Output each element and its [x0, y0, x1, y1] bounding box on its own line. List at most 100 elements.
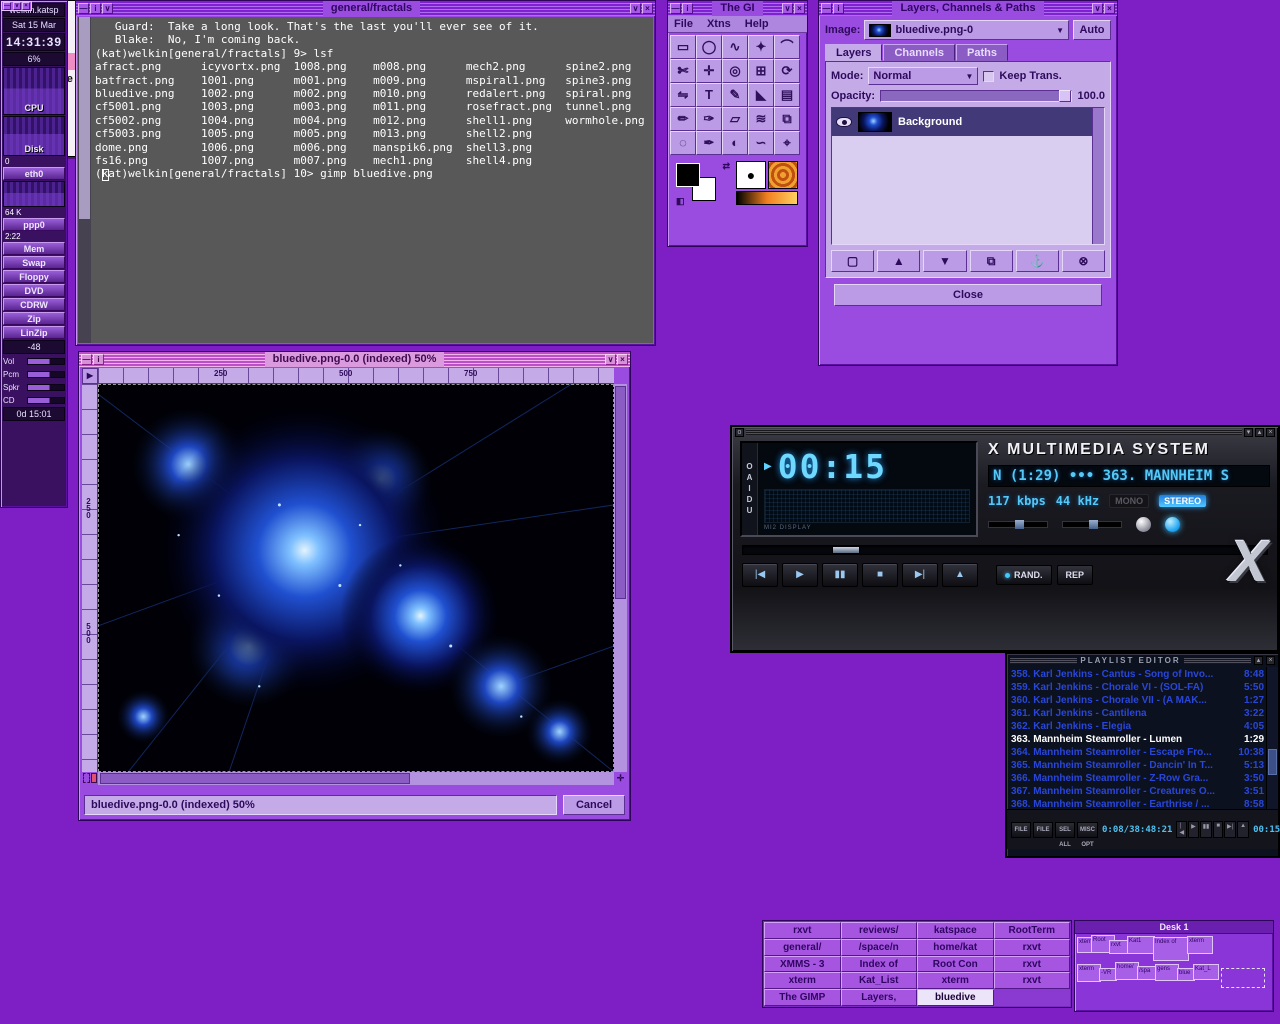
seek-handle[interactable]	[832, 546, 860, 554]
shade-icon[interactable]: ∨	[102, 3, 113, 14]
transform-tool-button[interactable]: ⟳	[774, 59, 800, 83]
shuffle-button[interactable]: RAND.	[996, 565, 1052, 585]
playlist-misc-opt-button[interactable]: MISC OPT	[1077, 822, 1098, 838]
duplicate-layer-button[interactable]: ⧉	[970, 250, 1013, 272]
scrollbar-thumb[interactable]	[79, 17, 90, 219]
spectrum-analyzer[interactable]	[764, 489, 970, 523]
seek-bar[interactable]	[742, 545, 1268, 555]
iconify-icon[interactable]: ∨	[630, 3, 641, 14]
image-canvas[interactable]	[98, 384, 614, 772]
pager-mini-window[interactable]: xterm	[1077, 964, 1101, 982]
shade-icon[interactable]: ▴	[1255, 428, 1264, 437]
pager-mini-window[interactable]: Index of	[1153, 937, 1189, 961]
equalizer-button[interactable]	[1136, 517, 1151, 532]
menu-icon[interactable]: —	[81, 354, 92, 365]
playlist-entry[interactable]: 364. Mannheim Steamroller - Escape Fro..…	[1011, 746, 1264, 759]
playlist-file-button[interactable]: FILE	[1011, 822, 1031, 838]
layers-titlebar[interactable]: — i Layers, Channels & Paths ∨ ×	[819, 1, 1117, 16]
task-button-thegimp[interactable]: The GIMP	[764, 989, 841, 1006]
dock-cdrw-panel[interactable]: CDRW	[3, 298, 65, 311]
time-display[interactable]: 00:15	[778, 447, 887, 486]
tab-paths[interactable]: Paths	[956, 44, 1008, 61]
playlist-entry[interactable]: 361. Karl Jenkins - Cantilena3:22	[1011, 707, 1264, 720]
terminal-output[interactable]: Guard: Take a long look. That's the last…	[91, 17, 653, 343]
mixer-slider[interactable]	[27, 371, 65, 378]
playlist-entry[interactable]: 359. Karl Jenkins - Chorale VI - (SOL-FA…	[1011, 681, 1264, 694]
scissors-tool-button[interactable]: ✄	[670, 59, 696, 83]
xmms-titlebar[interactable]: o ▾ ▴ ×	[732, 427, 1278, 437]
track-title-display[interactable]: N (1:29) ••• 363. MANNHEIM S	[988, 465, 1270, 487]
pager-mini-window[interactable]: Kat_L	[1193, 964, 1219, 980]
paintbrush-tool-button[interactable]: ✑	[696, 107, 722, 131]
magnify-tool-button[interactable]: ◎	[722, 59, 748, 83]
task-button-rxvt[interactable]: rxvt	[994, 956, 1071, 973]
balance-slider[interactable]	[988, 521, 1048, 528]
menu-icon[interactable]: —	[78, 3, 89, 14]
task-button-katlist[interactable]: Kat_List	[841, 972, 918, 989]
playlist-mini-transport-button[interactable]: ▲	[1237, 821, 1249, 838]
eth0-chart[interactable]	[3, 181, 65, 207]
gradient-indicator[interactable]	[736, 191, 798, 205]
task-button-rootterm[interactable]: RootTerm	[994, 922, 1071, 939]
task-button-xmms3[interactable]: XMMS - 3	[764, 956, 841, 973]
close-icon[interactable]: ×	[1266, 656, 1275, 665]
task-button-homekat[interactable]: home/kat	[917, 939, 994, 956]
info-icon[interactable]: i	[90, 3, 101, 14]
tab-layers[interactable]: Layers	[825, 44, 882, 61]
menu-xtns[interactable]: Xtns	[707, 18, 731, 30]
playlist-entry[interactable]: 366. Mannheim Steamroller - Z-Row Gra...…	[1011, 772, 1264, 785]
shade-icon[interactable]: ∨	[782, 3, 793, 14]
auto-button[interactable]: Auto	[1073, 20, 1111, 40]
convolve-tool-button[interactable]: ◌	[670, 131, 696, 155]
terminal-area[interactable]: Guard: Take a long look. That's the last…	[78, 17, 653, 343]
playlist-mini-transport-button[interactable]: ■	[1213, 821, 1223, 838]
info-icon[interactable]: i	[833, 3, 844, 14]
close-icon[interactable]: ×	[617, 354, 628, 365]
dock-mixer-spkr[interactable]: Spkr	[3, 381, 65, 393]
color-swatches[interactable]: ⇄ ◧	[674, 161, 732, 207]
close-icon[interactable]: ×	[1266, 428, 1275, 437]
clone-tool-button[interactable]: ⧉	[774, 107, 800, 131]
free-select-tool-button[interactable]: ∿	[722, 35, 748, 59]
playlist-toggle-button[interactable]	[1165, 517, 1180, 532]
info-icon[interactable]: i	[93, 354, 104, 365]
cpu-chart[interactable]: CPU	[3, 67, 65, 115]
playlist-file-button[interactable]: FILE	[1033, 822, 1053, 838]
xterm-titlebar[interactable]: — i ∨ general/fractals ∨ ×	[76, 1, 655, 16]
default-colors-icon[interactable]: ◧	[676, 196, 685, 207]
eraser-tool-button[interactable]: ▱	[722, 107, 748, 131]
shade-icon[interactable]: ∨	[1092, 3, 1103, 14]
raise-layer-button[interactable]: ▲	[877, 250, 920, 272]
ink-tool-button[interactable]: ✒	[696, 131, 722, 155]
eject-button[interactable]: ▲	[942, 563, 978, 587]
horizontal-scrollbar[interactable]	[98, 772, 614, 785]
playlist-scrollbar[interactable]	[1266, 667, 1278, 809]
brush-indicator[interactable]: ●	[736, 161, 766, 189]
playlist-entry[interactable]: 365. Mannheim Steamroller - Dancin' In T…	[1011, 759, 1264, 772]
playlist-scrollbar-thumb[interactable]	[1268, 749, 1277, 775]
bucket-fill-tool-button[interactable]: ◣	[748, 83, 774, 107]
task-button-rxvt[interactable]: rxvt	[994, 972, 1071, 989]
playlist-entry[interactable]: 358. Karl Jenkins - Cantus - Song of Inv…	[1011, 668, 1264, 681]
close-icon[interactable]: ×	[794, 3, 805, 14]
menu-help[interactable]: Help	[745, 18, 769, 30]
shade-icon[interactable]: ∨	[605, 354, 616, 365]
vertical-scrollbar[interactable]	[614, 384, 627, 772]
playlist-entry[interactable]: 367. Mannheim Steamroller - Creatures O.…	[1011, 785, 1264, 798]
swap-colors-icon[interactable]: ⇄	[722, 161, 730, 172]
dock-mixer-vol[interactable]: Vol	[3, 355, 65, 367]
mixer-slider[interactable]	[27, 397, 65, 404]
menu-icon[interactable]: —	[670, 3, 681, 14]
pattern-indicator[interactable]	[768, 161, 798, 189]
task-button-spacen[interactable]: /space/n	[841, 939, 918, 956]
dock-titlebar[interactable]: — ∨ ×	[1, 1, 32, 11]
hscroll-thumb[interactable]	[100, 773, 410, 784]
task-button-rxvt[interactable]: rxvt	[764, 922, 841, 939]
flip-tool-button[interactable]: ⇋	[670, 83, 696, 107]
next-button[interactable]: ▶|	[902, 563, 938, 587]
mem-panel[interactable]: Mem	[3, 242, 65, 255]
playlist-entry[interactable]: 363. Mannheim Steamroller - Lumen1:29	[1011, 733, 1264, 746]
volume-handle[interactable]	[1089, 520, 1098, 529]
crop-tool-button[interactable]: ⊞	[748, 59, 774, 83]
playlist-mini-transport-button[interactable]: ▶|	[1224, 821, 1236, 838]
